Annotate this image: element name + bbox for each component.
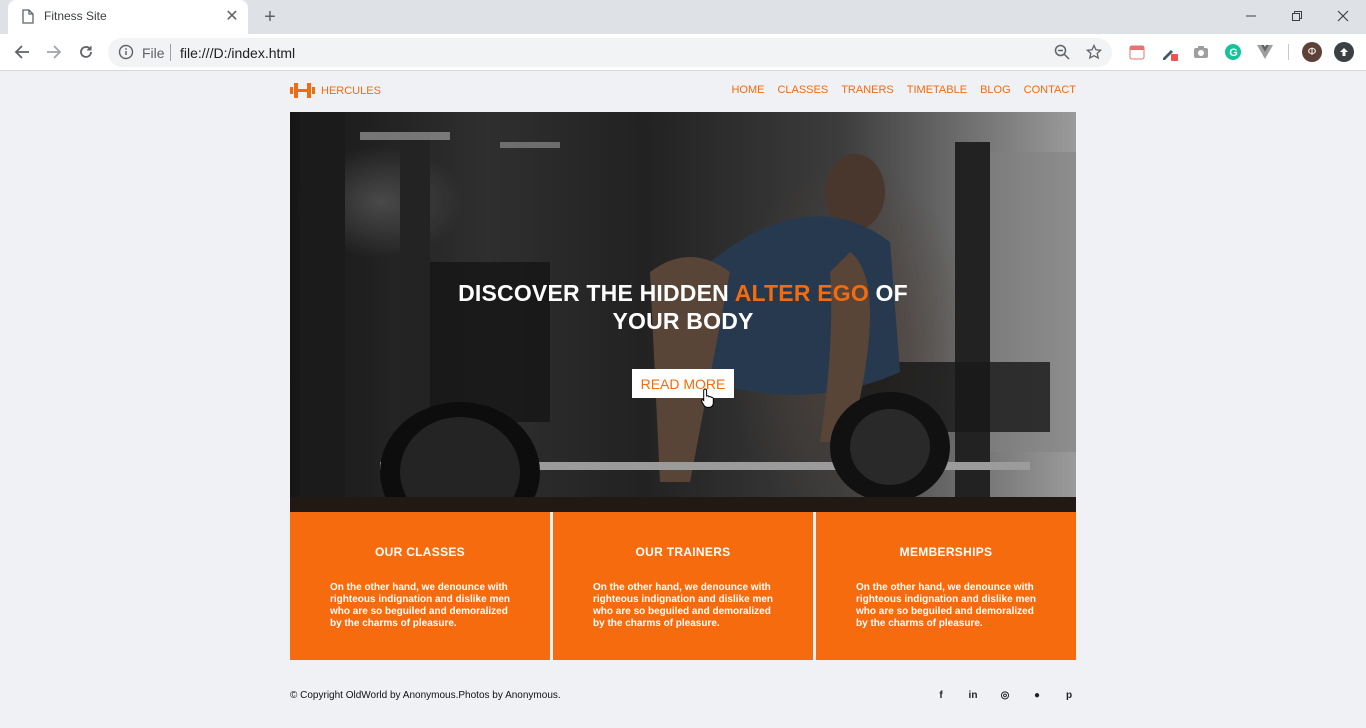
browser-toolbar: File file:///D:/index.html G Φ [0,34,1366,71]
github-icon[interactable]: ● [1030,689,1044,703]
nav-home[interactable]: HOME [731,84,764,96]
extension-calendar-icon[interactable] [1128,43,1146,61]
linkedin-icon[interactable]: in [966,689,980,703]
feature-title: OUR TRAINERS [635,545,731,559]
site-footer: © Copyright OldWorld by Anonymous.Photos… [290,660,1076,728]
site-logo[interactable]: HERCULES [290,82,381,99]
logo-text: HERCULES [321,84,381,97]
back-button[interactable] [10,40,34,64]
extension-grammarly-icon[interactable]: G [1224,43,1242,61]
document-icon [22,9,34,29]
divider [1288,44,1289,60]
feature-card-memberships: MEMBERSHIPS On the other hand, we denoun… [816,512,1076,660]
nav-trainers[interactable]: TRANERS [841,84,894,96]
browser-tabstrip: Fitness Site ✕ + [0,0,1366,34]
facebook-icon[interactable]: f [934,689,948,703]
info-icon[interactable] [118,44,134,65]
feature-title: MEMBERSHIPS [899,545,993,559]
dumbbell-icon [290,83,315,98]
bookmark-star-icon[interactable] [1085,43,1103,65]
main-nav: HOME CLASSES TRANERS TIMETABLE BLOG CONT… [718,84,1076,96]
nav-classes[interactable]: CLASSES [777,84,828,96]
browser-tab[interactable]: Fitness Site ✕ [8,0,248,34]
nav-blog[interactable]: BLOG [980,84,1011,96]
hero-heading: DISCOVER THE HIDDEN ALTER EGO OF YOUR BO… [440,279,926,335]
social-links: f in ◎ ● p [916,689,1076,703]
feature-card-trainers: OUR TRAINERS On the other hand, we denou… [553,512,813,660]
minimize-window-button[interactable] [1228,0,1274,32]
pinterest-icon[interactable]: p [1062,689,1076,703]
hero-heading-accent: ALTER EGO [734,280,869,306]
feature-card-classes: OUR CLASSES On the other hand, we denoun… [290,512,550,660]
nav-timetable[interactable]: TIMETABLE [907,84,967,96]
features-row: OUR CLASSES On the other hand, we denoun… [290,512,1076,660]
divider [170,44,171,61]
hero-banner: DISCOVER THE HIDDEN ALTER EGO OF YOUR BO… [290,112,1076,512]
profile-avatar[interactable]: Φ [1302,42,1322,62]
tab-title: Fitness Site [44,9,107,23]
hand-cursor-icon [700,388,715,413]
feature-title: OUR CLASSES [375,545,465,559]
reload-button[interactable] [74,40,98,64]
site-header: HERCULES HOME CLASSES TRANERS TIMETABLE … [290,71,1076,112]
site-page: HERCULES HOME CLASSES TRANERS TIMETABLE … [290,71,1076,728]
feature-text: On the other hand, we denounce with righ… [856,582,1037,629]
extension-camera-icon[interactable] [1192,43,1210,61]
forward-button[interactable] [42,40,66,64]
close-tab-icon[interactable]: ✕ [224,9,240,25]
url-text[interactable]: file:///D:/index.html [180,45,295,61]
feature-text: On the other hand, we denounce with righ… [330,582,511,629]
zoom-icon[interactable] [1054,44,1070,65]
update-icon[interactable] [1334,42,1354,62]
nav-contact[interactable]: CONTACT [1024,84,1076,96]
instagram-icon[interactable]: ◎ [998,689,1012,703]
copyright-text: © Copyright OldWorld by Anonymous.Photos… [290,690,561,701]
restore-window-button[interactable] [1274,0,1320,32]
close-window-button[interactable] [1320,0,1366,32]
extension-eyedropper-icon[interactable] [1160,43,1178,61]
extension-vue-icon[interactable] [1256,43,1274,61]
svg-text:G: G [1229,47,1238,59]
hero-heading-text: DISCOVER THE HIDDEN [458,280,735,306]
read-more-button[interactable]: READ MORE [632,369,734,398]
feature-text: On the other hand, we denounce with righ… [593,582,774,629]
new-tab-button[interactable]: + [260,7,280,27]
scheme-label: File [142,45,165,61]
address-bar[interactable]: File file:///D:/index.html [108,38,1112,67]
